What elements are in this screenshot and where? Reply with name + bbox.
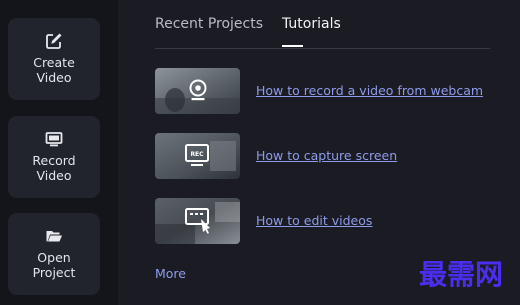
tutorial-link[interactable]: How to edit videos (256, 213, 372, 228)
edit-icon (44, 31, 64, 51)
sidebar: Create Video Record Video Open Project (0, 0, 118, 305)
record-video-button[interactable]: Record Video (8, 116, 100, 198)
folder-open-icon (44, 226, 64, 246)
open-project-label: Open Project (32, 250, 76, 280)
tutorial-item-capture-screen[interactable]: REC How to capture screen (155, 133, 490, 179)
record-video-label: Record Video (32, 153, 76, 183)
monitor-icon (44, 129, 64, 149)
tab-recent-projects[interactable]: Recent Projects (155, 16, 263, 32)
active-tab-indicator (282, 45, 303, 47)
create-video-label: Create Video (33, 55, 75, 85)
more-link[interactable]: More (155, 266, 186, 281)
watermark-logo: 最需网 (408, 256, 514, 291)
tutorial-thumbnail (155, 198, 240, 244)
tab-bar: Recent Projects Tutorials (155, 0, 490, 49)
tutorial-item-edit-videos[interactable]: How to edit videos (155, 198, 490, 244)
tutorial-link[interactable]: How to capture screen (256, 148, 397, 163)
tutorial-link[interactable]: How to record a video from webcam (256, 83, 483, 98)
tutorial-thumbnail (155, 68, 240, 114)
open-project-button[interactable]: Open Project (8, 213, 100, 295)
tutorial-item-webcam[interactable]: How to record a video from webcam (155, 68, 490, 114)
svg-text:REC: REC (190, 151, 204, 158)
tab-tutorials[interactable]: Tutorials (282, 16, 341, 32)
create-video-button[interactable]: Create Video (8, 18, 100, 100)
svg-text:最需网: 最需网 (419, 258, 503, 290)
tutorial-thumbnail: REC (155, 133, 240, 179)
